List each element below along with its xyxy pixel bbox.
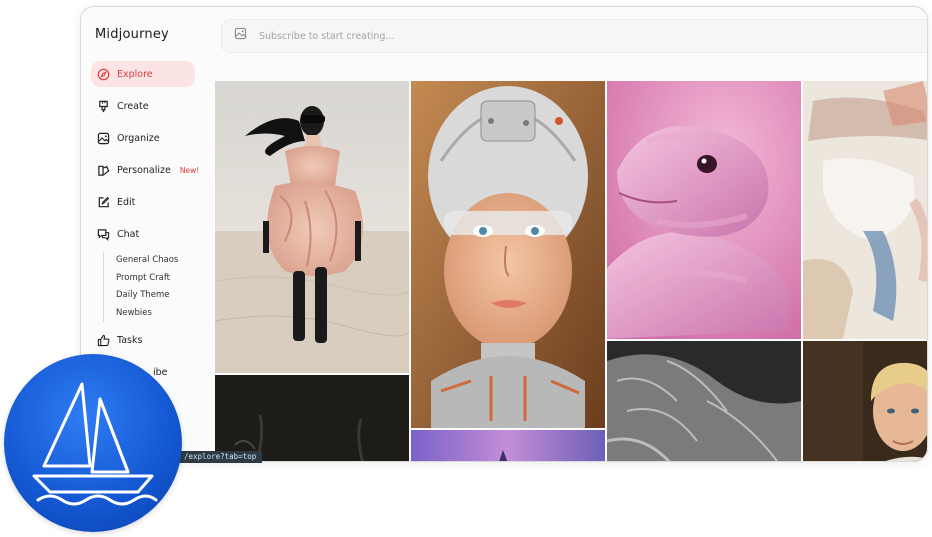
sidebar-item-label: Tasks [117, 334, 143, 346]
sidebar-item-create[interactable]: Create [91, 93, 195, 119]
gallery-image-desert-figure[interactable] [215, 81, 409, 373]
sidebar-item-label: Explore [117, 68, 153, 80]
sidebar-item-label: Personalize [117, 164, 171, 176]
compass-icon [97, 68, 110, 81]
sidebar-item-label: Organize [117, 132, 160, 144]
status-bar-url: /explore?tab=top [178, 451, 263, 463]
explore-gallery [215, 81, 927, 461]
sidebar-item-edit[interactable]: Edit [91, 189, 195, 215]
gallery-image-dark-scene[interactable] [215, 375, 409, 461]
app-window: Midjourney Explore Create Organize Perso… [80, 6, 928, 462]
brush-icon [97, 100, 110, 113]
edit-icon [97, 196, 110, 209]
gallery-image-pink-snake[interactable] [607, 81, 801, 339]
chat-room-general-chaos[interactable]: General Chaos [116, 252, 178, 270]
gallery-image-purple-landscape[interactable] [411, 430, 605, 461]
sidebar-item-label: Edit [117, 196, 136, 208]
image-icon [97, 132, 110, 145]
gallery-image-lion-mane[interactable] [607, 341, 801, 461]
sailboat-icon [32, 382, 158, 506]
gallery-image-blond-portrait[interactable] [803, 341, 927, 461]
midjourney-logo [4, 354, 182, 532]
gallery-image-abstract-painting[interactable] [803, 81, 927, 339]
chat-room-newbies[interactable]: Newbies [116, 305, 178, 323]
thumbs-up-icon [97, 334, 110, 347]
brand-title: Midjourney [95, 27, 169, 42]
gallery-image-cyborg-portrait[interactable] [411, 81, 605, 428]
sidebar-item-explore[interactable]: Explore [91, 61, 195, 87]
sidebar-item-label: Chat [117, 228, 140, 240]
image-icon [234, 27, 247, 45]
new-badge: New! [179, 165, 200, 175]
sidebar-item-tasks[interactable]: Tasks [91, 327, 195, 353]
personalize-icon [97, 164, 110, 177]
chat-room-list: General Chaos Prompt Craft Daily Theme N… [103, 252, 178, 322]
chat-room-daily-theme[interactable]: Daily Theme [116, 287, 178, 305]
sidebar-item-chat[interactable]: Chat [91, 221, 195, 247]
chat-room-prompt-craft[interactable]: Prompt Craft [116, 270, 178, 288]
prompt-input[interactable] [257, 29, 861, 43]
sidebar-item-personalize[interactable]: Personalize New! [91, 157, 209, 183]
chat-icon [97, 228, 110, 241]
prompt-bar[interactable] [221, 19, 927, 53]
sidebar-item-organize[interactable]: Organize [91, 125, 195, 151]
sidebar-item-label: Create [117, 100, 149, 112]
